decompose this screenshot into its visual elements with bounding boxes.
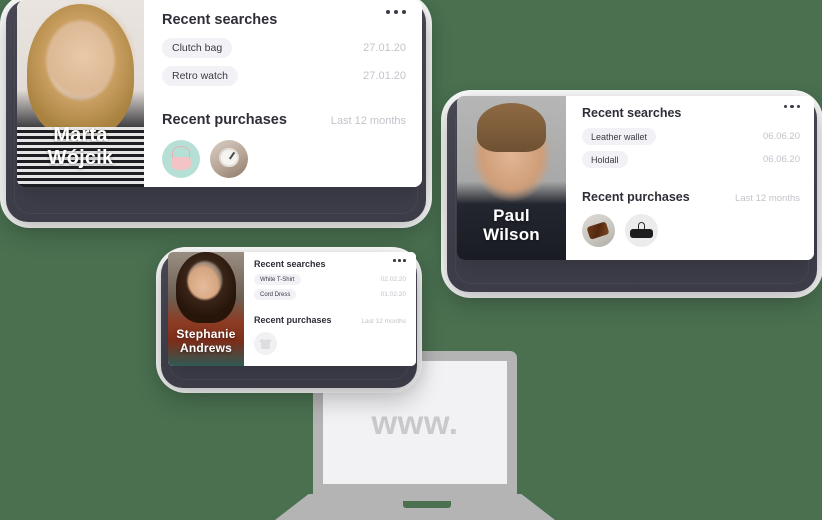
search-date: 01.02.20 — [380, 291, 406, 298]
customer-last-name: Wilson — [483, 224, 540, 244]
card-content: Recent searches Clutch bag 27.01.20 Retr… — [144, 0, 422, 187]
search-term-chip[interactable]: Leather wallet — [582, 128, 657, 145]
purchases-period-label: Last 12 months — [330, 115, 406, 127]
leather-wallet-thumbnail[interactable] — [582, 214, 615, 247]
device-card-marta: Marta Wójcik Recent searches Clutch bag … — [0, 0, 432, 228]
search-date: 02.02.20 — [380, 276, 406, 283]
recent-purchases-title: Recent purchases — [254, 315, 332, 325]
purchase-thumbnails — [162, 140, 406, 178]
search-row[interactable]: Cord Dress 01.02.20 — [254, 289, 406, 300]
holdall-thumbnail[interactable] — [625, 214, 658, 247]
portrait-hair — [175, 252, 237, 323]
recent-searches-title: Recent searches — [162, 12, 278, 28]
customer-name: Paul Wilson — [457, 206, 566, 244]
white-tshirt-thumbnail[interactable] — [254, 332, 277, 355]
customer-photo: Stephanie Andrews — [168, 252, 244, 366]
more-options-icon[interactable] — [783, 105, 800, 109]
customer-first-name: Stephanie — [176, 327, 236, 342]
customer-first-name: Paul — [493, 205, 530, 225]
recent-searches-header: Recent searches — [582, 106, 800, 120]
more-options-icon[interactable] — [386, 10, 406, 14]
customer-last-name: Wójcik — [47, 146, 114, 169]
portrait-hair — [27, 3, 134, 139]
card-content: Recent searches White T-Shirt 02.02.20 C… — [244, 252, 416, 366]
wallet-shape — [586, 221, 610, 240]
recent-purchases-header: Recent purchases Last 12 months — [254, 315, 406, 325]
clutch-bag-thumbnail[interactable] — [162, 140, 200, 178]
recent-searches-title: Recent searches — [254, 259, 326, 269]
search-date: 06.06.20 — [763, 154, 800, 165]
customer-card[interactable]: Stephanie Andrews Recent searches White … — [168, 252, 416, 366]
holdall-body-shape — [629, 228, 654, 239]
bag-body-shape — [171, 156, 191, 171]
search-row[interactable]: White T-Shirt 02.02.20 — [254, 274, 406, 285]
recent-searches-title: Recent searches — [582, 106, 682, 120]
search-row[interactable]: Holdall 06.06.20 — [582, 151, 800, 168]
recent-searches-header: Recent searches — [254, 259, 406, 269]
search-row[interactable]: Retro watch 27.01.20 — [162, 66, 406, 86]
recent-searches-header: Recent searches — [162, 12, 406, 28]
search-date: 27.01.20 — [363, 42, 406, 54]
search-row[interactable]: Leather wallet 06.06.20 — [582, 128, 800, 145]
portrait-hair — [476, 102, 547, 152]
customer-photo: Marta Wójcik — [17, 0, 144, 187]
purchases-period-label: Last 12 months — [735, 193, 800, 204]
customer-card[interactable]: Marta Wójcik Recent searches Clutch bag … — [17, 0, 422, 187]
laptop-screen-text: www. — [371, 403, 459, 441]
recent-purchases-title: Recent purchases — [162, 112, 287, 128]
search-term-chip[interactable]: White T-Shirt — [254, 274, 301, 285]
customer-first-name: Marta — [53, 124, 108, 147]
customer-photo: Paul Wilson — [457, 96, 566, 260]
card-content: Recent searches Leather wallet 06.06.20 … — [566, 96, 814, 260]
search-term-chip[interactable]: Retro watch — [162, 66, 239, 86]
recent-purchases-header: Recent purchases Last 12 months — [162, 112, 406, 128]
search-row[interactable]: Clutch bag 27.01.20 — [162, 38, 406, 58]
device-card-paul: Paul Wilson Recent searches Leather wall… — [441, 90, 822, 298]
customer-last-name: Andrews — [179, 340, 233, 355]
more-options-icon[interactable] — [393, 259, 406, 262]
search-date: 06.06.20 — [763, 131, 800, 142]
customer-name: Stephanie Andrews — [168, 327, 244, 355]
search-date: 27.01.20 — [363, 70, 406, 82]
purchase-thumbnails — [254, 332, 406, 355]
purchases-period-label: Last 12 months — [361, 318, 406, 325]
illustration-stage: www. Marta Wójcik Recent searches Clutch… — [0, 0, 822, 520]
search-term-chip[interactable]: Cord Dress — [254, 289, 297, 300]
customer-card[interactable]: Paul Wilson Recent searches Leather wall… — [457, 96, 814, 260]
retro-watch-thumbnail[interactable] — [210, 140, 248, 178]
search-term-chip[interactable]: Holdall — [582, 151, 628, 168]
recent-purchases-header: Recent purchases Last 12 months — [582, 190, 800, 204]
purchase-thumbnails — [582, 214, 800, 247]
laptop-trackpad-notch — [403, 501, 451, 508]
recent-purchases-title: Recent purchases — [582, 190, 690, 204]
search-term-chip[interactable]: Clutch bag — [162, 38, 233, 58]
device-card-stephanie: Stephanie Andrews Recent searches White … — [156, 247, 422, 393]
tshirt-shape — [259, 338, 272, 349]
customer-name: Marta Wójcik — [17, 124, 144, 169]
